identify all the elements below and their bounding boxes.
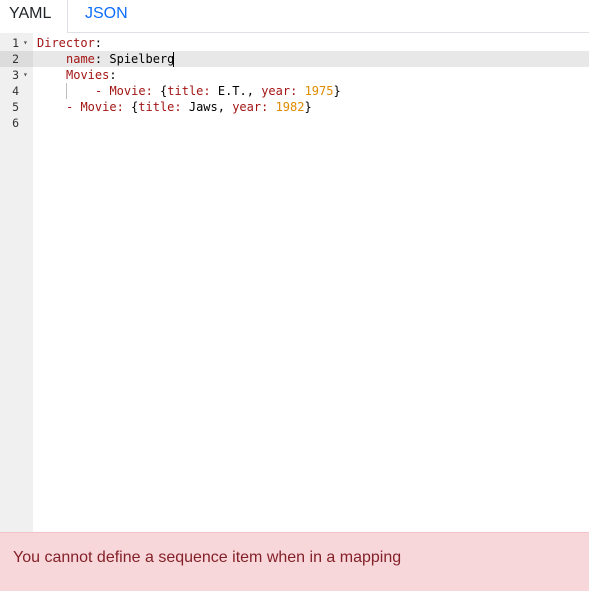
yaml-key: title [138,100,175,114]
line-number: 3 [12,68,19,82]
colon: : [116,100,124,114]
line-number: 1 [12,36,19,50]
code-line-6[interactable] [33,115,589,131]
yaml-value: E.T. [210,84,247,98]
yaml-key: Movies [66,68,110,82]
sequence-dash: - [95,84,110,98]
tab-json[interactable]: JSON [68,0,138,33]
line-number-gutter: 1 ▾ 2 3 ▾ 4 5 6 [0,33,33,532]
yaml-value: Jaws [181,100,218,114]
colon: : [109,68,117,82]
number-value: 1982 [275,100,305,114]
yaml-key: name [66,52,95,66]
code-line-5[interactable]: - Movie: {title: Jaws, year: 1982} [33,99,589,115]
line-number: 2 [12,52,19,66]
separator: , [246,84,262,98]
colon: : [174,100,182,114]
yaml-value: Spielberg [102,52,175,66]
tab-yaml[interactable]: YAML [0,0,68,34]
colon: : [203,84,211,98]
yaml-key: year [232,100,262,114]
gutter-line-1: 1 ▾ [0,35,33,51]
brace-close: } [333,84,341,98]
indent-guide [66,83,67,99]
fold-toggle-icon[interactable]: ▾ [23,35,28,51]
yaml-key: title [167,84,204,98]
code-line-2[interactable]: name: Spielberg [33,51,589,67]
code-editor[interactable]: 1 ▾ 2 3 ▾ 4 5 6 Director: name: Spielber… [0,33,589,532]
sequence-dash: - [66,100,81,114]
number-value: 1975 [304,84,334,98]
brace-open: { [123,100,139,114]
yaml-key: Director [37,36,95,50]
fold-toggle-icon[interactable]: ▾ [23,67,28,83]
error-message: You cannot define a sequence item when i… [13,549,402,566]
colon: : [145,84,153,98]
line-number: 4 [12,84,19,98]
line-number: 6 [12,116,19,130]
gutter-line-5: 5 [0,99,33,115]
code-line-3[interactable]: Movies: [33,67,589,83]
brace-open: { [152,84,168,98]
gutter-line-2: 2 [0,51,33,67]
yaml-key: year [261,84,291,98]
gutter-line-3: 3 ▾ [0,67,33,83]
line-number: 5 [12,100,19,114]
gutter-line-4: 4 [0,83,33,99]
gutter-line-6: 6 [0,115,33,131]
error-alert: You cannot define a sequence item when i… [0,532,589,591]
yaml-json-editor-app: YAML JSON 1 ▾ 2 3 ▾ 4 5 6 Director: name… [0,0,589,591]
yaml-key: Movie [80,100,117,114]
separator: , [217,100,233,114]
yaml-key: Movie [109,84,146,98]
text-cursor [173,52,174,67]
code-line-1[interactable]: Director: [33,35,589,51]
brace-close: } [304,100,312,114]
format-tabs: YAML JSON [0,0,589,34]
code-line-4[interactable]: - Movie: {title: E.T., year: 1975} [33,83,589,99]
colon: : [94,36,103,50]
